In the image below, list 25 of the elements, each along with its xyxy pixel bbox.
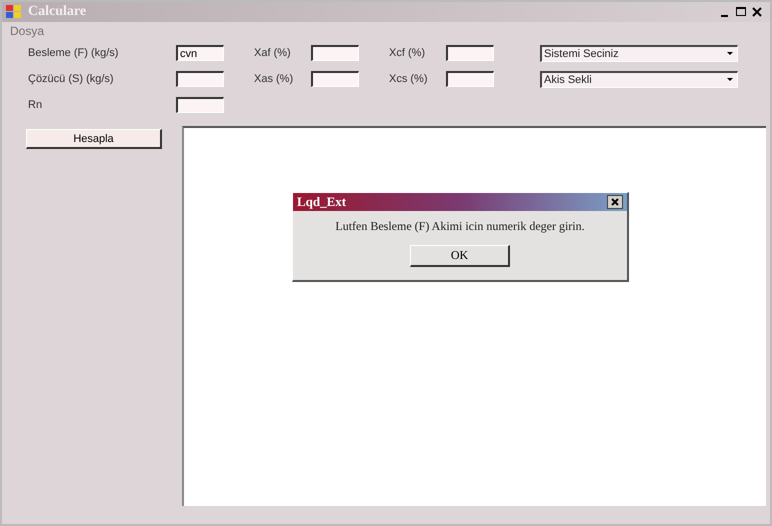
input-field[interactable] [176, 97, 224, 113]
field-label: Xaf (%) [254, 47, 292, 59]
dialog-message: Lutfen Besleme (F) Akimi icin numerik deger girin. [335, 219, 585, 234]
dropdown[interactable]: Akis Sekli [540, 70, 738, 88]
dialog-title: Lqd_Ext [297, 194, 346, 210]
input-field[interactable] [311, 45, 359, 61]
input-field[interactable] [311, 71, 359, 87]
window-title: Calculare [28, 4, 86, 20]
app-icon [6, 5, 22, 19]
input-field[interactable] [446, 71, 494, 87]
close-icon[interactable] [750, 6, 764, 18]
maximize-icon[interactable] [734, 6, 748, 18]
close-icon[interactable] [607, 195, 623, 209]
input-field[interactable]: cvn [176, 45, 224, 61]
field-label: Çözücü (S) (kg/s) [28, 73, 115, 85]
field-label: Xas (%) [254, 73, 294, 85]
input-field[interactable] [446, 45, 494, 61]
field-label: Rn [28, 99, 44, 111]
dropdown[interactable]: Sistemi Seciniz [540, 44, 738, 62]
field-label: Xcs (%) [389, 73, 428, 85]
field-label: Besleme (F) (kg/s) [28, 47, 120, 59]
input-field[interactable] [176, 71, 224, 87]
field-label: Xcf (%) [389, 47, 426, 59]
calculate-button[interactable]: Hesapla [26, 129, 162, 149]
ok-button[interactable]: OK [410, 245, 510, 267]
